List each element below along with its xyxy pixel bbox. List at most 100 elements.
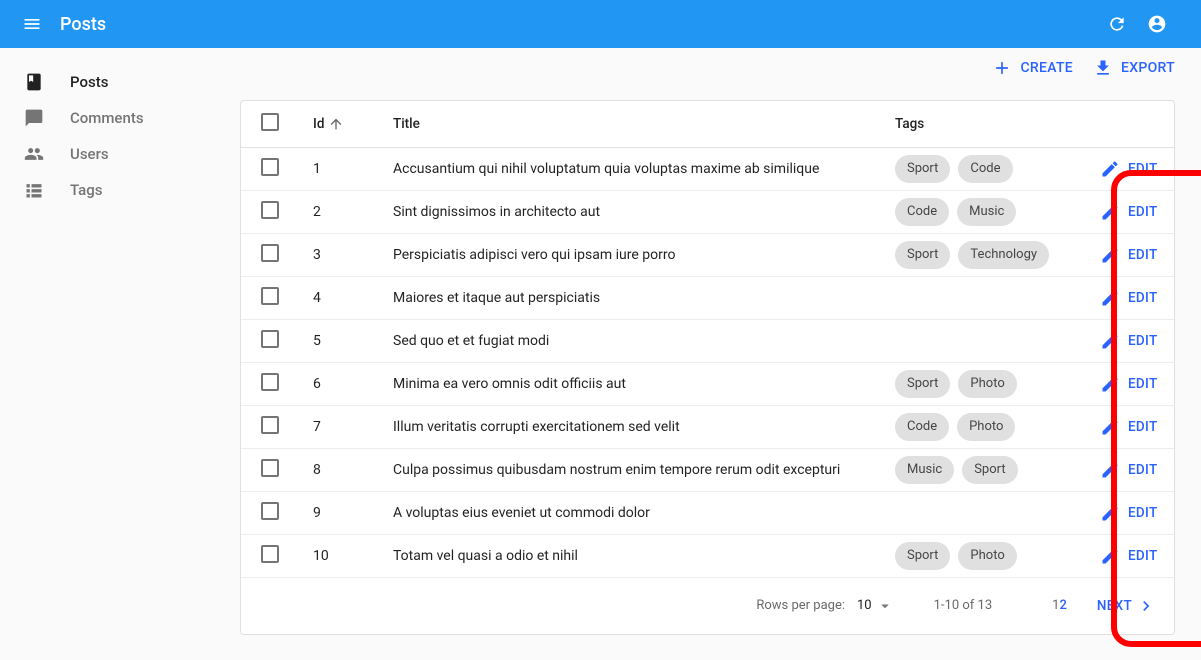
plus-icon [992,58,1012,78]
row-title: A voluptas eius eveniet ut commodi dolor [377,491,879,534]
sidebar-item-comments[interactable]: Comments [8,100,232,136]
tag-chip[interactable]: Sport [895,241,950,269]
tag-chip[interactable]: Sport [895,542,950,570]
sidebar-item-label: Posts [70,73,108,91]
account-button[interactable] [1137,4,1177,44]
rows-per-page-select[interactable]: 10 [857,597,894,615]
header-tags[interactable]: Tags [879,101,1084,147]
table-row[interactable]: 8Culpa possimus quibusdam nostrum enim t… [241,448,1174,491]
row-id: 9 [297,491,377,534]
sidebar-item-tags[interactable]: Tags [8,172,232,208]
row-tags: Sport Photo [879,362,1084,405]
pencil-icon [1100,159,1120,179]
edit-button[interactable]: EDIT [1100,159,1158,179]
account-circle-icon [1147,14,1167,34]
row-checkbox[interactable] [261,330,279,348]
row-id: 4 [297,276,377,319]
edit-button[interactable]: EDIT [1100,374,1158,394]
pencil-icon [1100,546,1120,566]
table-row[interactable]: 9A voluptas eius eveniet ut commodi dolo… [241,491,1174,534]
hamburger-icon [22,14,42,34]
create-button[interactable]: CREATE [992,58,1073,78]
edit-button[interactable]: EDIT [1100,417,1158,437]
tag-chip[interactable]: Music [895,456,954,484]
edit-button[interactable]: EDIT [1100,460,1158,480]
row-checkbox[interactable] [261,459,279,477]
download-icon [1093,58,1113,78]
table-row[interactable]: 2Sint dignissimos in architecto autCodeM… [241,190,1174,233]
row-title: Minima ea vero omnis odit officiis aut [377,362,879,405]
row-checkbox[interactable] [261,373,279,391]
tag-chip[interactable]: Code [958,155,1012,183]
header-title[interactable]: Title [377,101,879,147]
tag-chip[interactable]: Photo [957,413,1015,441]
sidebar-item-posts[interactable]: Posts [8,64,232,100]
tag-chip[interactable]: Photo [958,370,1016,398]
tag-chip[interactable]: Technology [958,241,1049,269]
edit-label: EDIT [1128,419,1158,435]
row-tags: Music Sport [879,448,1084,491]
row-title: Perspiciatis adipisci vero qui ipsam iur… [377,233,879,276]
header-id[interactable]: Id [297,101,377,147]
rows-per-page-label: Rows per page: [756,598,845,613]
create-label: CREATE [1020,60,1073,76]
edit-label: EDIT [1128,333,1158,349]
row-checkbox[interactable] [261,416,279,434]
tag-chip[interactable]: Photo [958,542,1016,570]
table-row[interactable]: 7Illum veritatis corrupti exercitationem… [241,405,1174,448]
edit-button[interactable]: EDIT [1100,546,1158,566]
edit-button[interactable]: EDIT [1100,503,1158,523]
row-tags: Code Photo [879,405,1084,448]
pagination: Rows per page: 10 1-10 of 13 12 NEXT [241,578,1174,634]
edit-button[interactable]: EDIT [1100,202,1158,222]
export-button[interactable]: EXPORT [1093,58,1175,78]
row-id: 1 [297,147,377,190]
row-id: 3 [297,233,377,276]
table-row[interactable]: 6Minima ea vero omnis odit officiis autS… [241,362,1174,405]
row-checkbox[interactable] [261,287,279,305]
row-checkbox[interactable] [261,158,279,176]
menu-button[interactable] [12,4,52,44]
edit-label: EDIT [1128,462,1158,478]
tag-chip[interactable]: Sport [895,370,950,398]
table-row[interactable]: 3Perspiciatis adipisci vero qui ipsam iu… [241,233,1174,276]
top-actions: CREATE EXPORT [992,58,1175,78]
row-id: 10 [297,534,377,577]
row-checkbox[interactable] [261,244,279,262]
users-icon [22,142,46,166]
chevron-right-icon [1136,596,1156,616]
edit-button[interactable]: EDIT [1100,245,1158,265]
sidebar-item-users[interactable]: Users [8,136,232,172]
row-id: 6 [297,362,377,405]
row-checkbox[interactable] [261,502,279,520]
export-label: EXPORT [1121,60,1175,76]
edit-button[interactable]: EDIT [1100,288,1158,308]
tag-chip[interactable]: Sport [895,155,950,183]
row-checkbox[interactable] [261,201,279,219]
table-row[interactable]: 4Maiores et itaque aut perspiciatisEDIT [241,276,1174,319]
table-row[interactable]: 1Accusantium qui nihil voluptatum quia v… [241,147,1174,190]
pencil-icon [1100,460,1120,480]
table-row[interactable]: 5Sed quo et et fugiat modiEDIT [241,319,1174,362]
row-checkbox[interactable] [261,545,279,563]
tag-chip[interactable]: Music [957,198,1016,226]
page-2[interactable]: 2 [1059,598,1066,613]
select-all-checkbox[interactable] [261,113,279,131]
tag-chip[interactable]: Sport [962,456,1017,484]
refresh-button[interactable] [1097,4,1137,44]
row-title: Illum veritatis corrupti exercitationem … [377,405,879,448]
next-button[interactable]: NEXT [1097,596,1156,616]
sidebar-item-label: Comments [70,109,144,127]
tag-chip[interactable]: Code [895,198,949,226]
row-tags [879,276,1084,319]
edit-button[interactable]: EDIT [1100,331,1158,351]
page-title: Posts [60,14,1097,35]
row-title: Accusantium qui nihil voluptatum quia vo… [377,147,879,190]
row-tags: Sport Photo [879,534,1084,577]
pencil-icon [1100,202,1120,222]
tag-chip[interactable]: Code [895,413,949,441]
content: CREATE EXPORT Id [240,48,1201,660]
row-id: 5 [297,319,377,362]
table-row[interactable]: 10Totam vel quasi a odio et nihilSportPh… [241,534,1174,577]
edit-label: EDIT [1128,161,1158,177]
